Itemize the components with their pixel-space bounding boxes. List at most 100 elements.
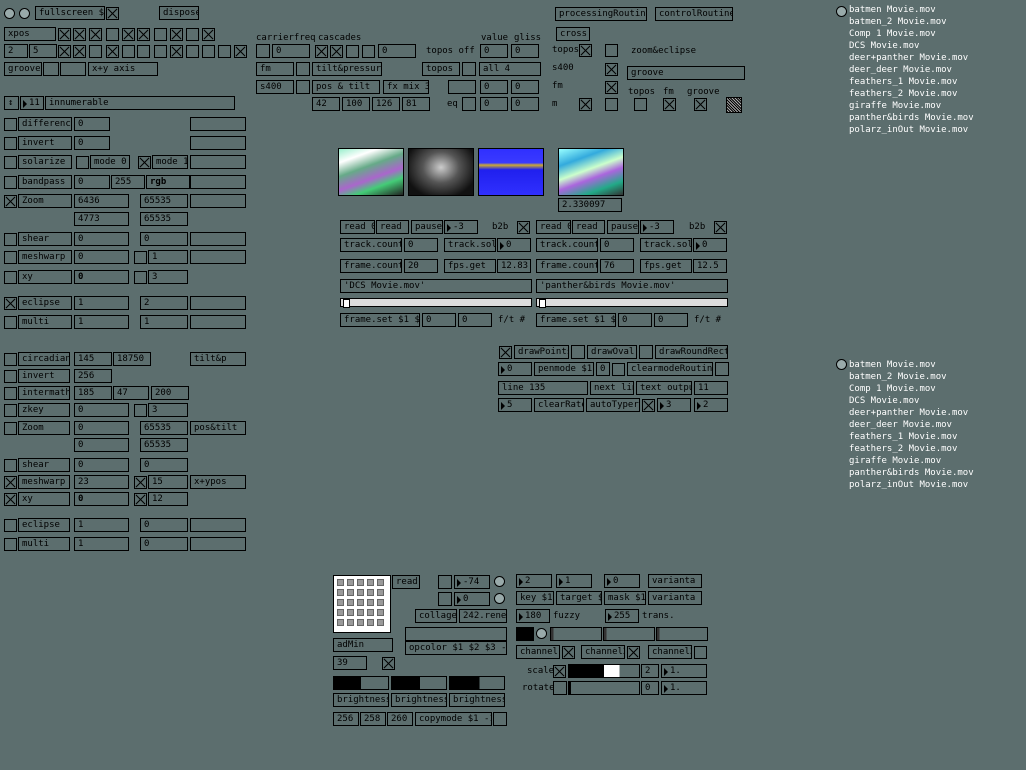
color-slider[interactable] [603, 627, 655, 641]
number-box[interactable]: 0 [74, 250, 129, 264]
cross-message[interactable]: cross [556, 27, 590, 41]
bang-icon[interactable] [494, 576, 505, 587]
grid-pattern-icon[interactable] [726, 97, 742, 113]
toggle[interactable] [4, 353, 17, 366]
empty-box[interactable] [493, 712, 507, 726]
number-box[interactable]: 0 [74, 421, 129, 435]
toggle[interactable] [562, 646, 575, 659]
toggle[interactable] [4, 316, 17, 329]
number-box[interactable]: 256 [74, 369, 112, 383]
number-box[interactable]: 0 [641, 681, 659, 695]
multi-label[interactable]: multi [18, 315, 72, 329]
circadian-label[interactable]: circadian [18, 352, 70, 366]
text-output-message[interactable]: text output [636, 381, 692, 395]
empty-box[interactable] [190, 518, 246, 532]
toggle[interactable] [134, 404, 147, 417]
toggle[interactable] [58, 45, 71, 58]
number-box[interactable]: 20 [404, 259, 438, 273]
toggle[interactable] [315, 45, 328, 58]
toggle[interactable] [186, 45, 199, 58]
toggle[interactable] [73, 28, 86, 41]
number-box[interactable]: 23 [74, 475, 129, 489]
number-box[interactable]: 185 [74, 386, 112, 400]
empty-box[interactable] [571, 345, 585, 359]
menu-item[interactable]: feathers_2 Movie.mov [849, 443, 974, 455]
number-box[interactable]: 1. [661, 681, 707, 695]
scale-slider[interactable] [568, 664, 640, 678]
scrub-slider[interactable] [536, 298, 728, 308]
opcolor-message[interactable]: opcolor $1 $2 $3 -1 [405, 641, 507, 655]
brightness-slider[interactable] [333, 676, 389, 690]
number-box[interactable]: 0 [458, 313, 492, 327]
number-box[interactable]: 0 [74, 438, 129, 452]
number-box[interactable]: 180 [516, 609, 550, 623]
toggle[interactable] [4, 176, 17, 189]
bandpass-label[interactable]: bandpass [18, 175, 72, 189]
number-box[interactable]: 0 [511, 44, 539, 58]
empty-box[interactable] [639, 345, 653, 359]
menu-item[interactable]: feathers_2 Movie.mov [849, 88, 974, 100]
menu-item[interactable]: batmen Movie.mov [849, 4, 974, 16]
difference-label[interactable]: difference [18, 117, 72, 131]
number-box[interactable]: 0 [497, 238, 531, 252]
tiltp-message[interactable]: tilt&p [190, 352, 246, 366]
menu-item[interactable]: feathers_1 Movie.mov [849, 76, 974, 88]
empty-box[interactable] [190, 155, 246, 169]
control-routines-button[interactable]: controlRoutines [655, 7, 733, 21]
track-solo-message[interactable]: track.solo [640, 238, 692, 252]
menu-item[interactable]: deer_deer Movie.mov [849, 419, 974, 431]
read1-message[interactable]: read 1 [572, 220, 605, 234]
number-box[interactable]: 0 [654, 313, 688, 327]
toggle[interactable] [4, 233, 17, 246]
number-box[interactable]: 2 [694, 398, 728, 412]
menu-item[interactable]: Comp 1 Movie.mov [849, 383, 974, 395]
file1-message[interactable]: 'DCS Movie.mov' [340, 279, 532, 293]
toggle[interactable] [89, 45, 102, 58]
matrix-cell[interactable] [357, 589, 364, 596]
zkey-label[interactable]: zkey [18, 403, 70, 417]
matrix-cell[interactable] [347, 609, 354, 616]
toggle[interactable] [218, 45, 231, 58]
read1-message[interactable]: read 1 [376, 220, 409, 234]
channel3-message[interactable]: channel3 [648, 645, 692, 659]
empty-box[interactable] [190, 296, 246, 310]
toggle[interactable] [4, 422, 17, 435]
track-count-message[interactable]: track.count [536, 238, 598, 252]
number-box[interactable]: 200 [151, 386, 189, 400]
fullscreen-toggle[interactable] [106, 7, 119, 20]
number-box[interactable]: 0 [140, 232, 188, 246]
rene-message[interactable]: 242.rene [459, 609, 507, 623]
empty-box[interactable] [405, 627, 507, 641]
empty-box[interactable] [715, 362, 729, 376]
toggle[interactable] [605, 44, 618, 57]
empty-box[interactable] [190, 315, 246, 329]
matrix-cell[interactable] [367, 609, 374, 616]
toggle[interactable] [154, 28, 167, 41]
fullscreen-message[interactable]: fullscreen $1 [35, 6, 105, 20]
toggle[interactable] [346, 45, 359, 58]
frame-count-message[interactable]: frame.count [340, 259, 402, 273]
movie-menu-1[interactable]: batmen Movie.mov batmen_2 Movie.mov Comp 1… [849, 4, 974, 136]
toggle[interactable] [202, 45, 215, 58]
shear-label[interactable]: shear [18, 232, 72, 246]
toggle[interactable] [4, 370, 17, 383]
toggle[interactable] [605, 63, 618, 76]
dispose-message[interactable]: dispose [159, 6, 199, 20]
draw-roundrect-message[interactable]: drawRoundRect [655, 345, 728, 359]
matrix-cell[interactable] [337, 599, 344, 606]
updown-arrows-icon[interactable]: ↕ [4, 96, 19, 110]
mode1-message[interactable]: mode 1 [152, 155, 188, 169]
toggle[interactable] [186, 28, 199, 41]
number-box[interactable]: 6436 [74, 194, 129, 208]
number-box[interactable]: 255 [605, 609, 639, 623]
number-box[interactable]: 65535 [140, 194, 188, 208]
toggle[interactable] [694, 98, 707, 111]
rate-number[interactable]: -3 [444, 220, 478, 234]
innumerable-box[interactable]: innumerable [45, 96, 235, 110]
number-box[interactable]: 0 [74, 136, 110, 150]
b2b-toggle[interactable] [517, 221, 530, 234]
bang-icon[interactable] [494, 593, 505, 604]
matrix-cell[interactable] [377, 589, 384, 596]
toggle[interactable] [4, 459, 17, 472]
brightness-slider[interactable] [391, 676, 447, 690]
